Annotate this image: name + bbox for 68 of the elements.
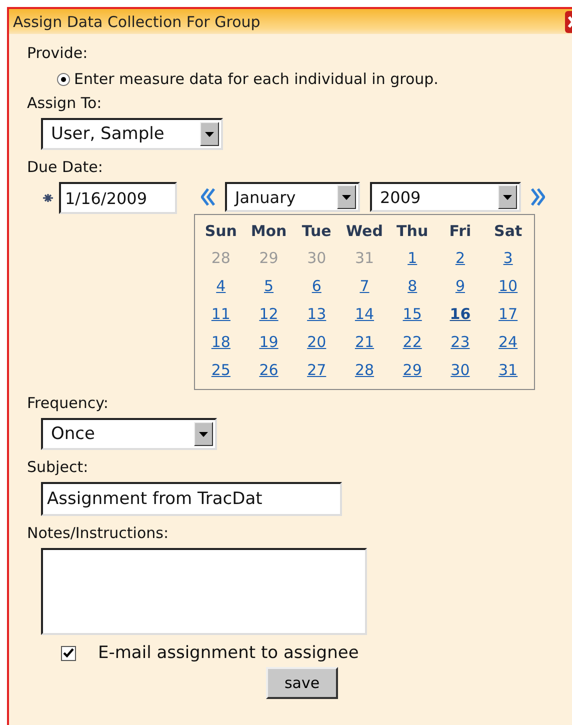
field-label: Due Date: [27, 157, 104, 178]
checkbox[interactable] [61, 646, 76, 660]
day-link[interactable]: 30 [450, 361, 470, 379]
date-field[interactable]: 1/16/2009 [59, 182, 177, 214]
day-link[interactable]: 22 [402, 333, 422, 351]
day-link[interactable]: 16 [450, 305, 471, 323]
month-dropdown[interactable]: January [225, 182, 360, 212]
day-link[interactable]: 18 [211, 333, 230, 351]
day-link[interactable]: 28 [354, 361, 374, 379]
caret-icon [342, 194, 351, 200]
caret-icon [199, 432, 208, 436]
day-link[interactable]: 13 [307, 305, 326, 323]
day-link[interactable]: 2 [455, 249, 465, 267]
option-label: Enter measure data for each individual in group. [74, 70, 438, 88]
weekday-header: Wed [345, 221, 384, 242]
day-link[interactable]: 8 [408, 277, 418, 295]
day-link[interactable]: 3 [503, 249, 513, 267]
day-link[interactable]: 14 [354, 305, 374, 323]
subject-field[interactable]: Assignment from TracDat [41, 482, 342, 516]
field-label: Subject: [27, 457, 90, 478]
weekday-header: Tue [300, 221, 332, 242]
day-link[interactable]: 20 [307, 333, 326, 351]
day-link[interactable]: 9 [455, 277, 465, 295]
day-link[interactable]: 24 [498, 333, 518, 351]
weekday-header: Sun [204, 221, 238, 242]
day-link[interactable]: 15 [402, 305, 422, 323]
field-label: Notes/Instructions: [27, 523, 170, 544]
previous-month-icon[interactable] [201, 188, 215, 206]
day-link[interactable]: 12 [259, 305, 278, 323]
calendar-day: 31 [354, 249, 374, 267]
day-link[interactable]: 1 [408, 249, 418, 267]
day-link[interactable]: 29 [402, 361, 422, 379]
radio-button[interactable] [57, 72, 70, 86]
required-icon [43, 194, 53, 202]
window-title: Assign Data Collection For Group [12, 12, 260, 30]
day-link[interactable]: 4 [216, 277, 226, 295]
weekday-header: Mon [250, 221, 288, 242]
weekday-header: Thu [396, 221, 430, 242]
notes-field[interactable] [41, 548, 367, 635]
day-link[interactable]: 26 [259, 361, 278, 379]
day-link[interactable]: 25 [211, 361, 230, 379]
day-link[interactable]: 27 [307, 361, 326, 379]
field-label: Frequency: [27, 393, 110, 414]
weekday-header: Sat [493, 221, 524, 242]
next-month-icon[interactable] [531, 188, 545, 206]
day-link[interactable]: 19 [259, 333, 278, 351]
frequency-dropdown[interactable]: Once [41, 418, 217, 450]
caret-icon [205, 132, 214, 136]
checkbox-label: E-mail assignment to assignee [98, 643, 359, 663]
field-label: Assign To: [27, 93, 103, 114]
weekday-header: Fri [448, 221, 472, 242]
save-button[interactable]: save [266, 667, 338, 699]
day-link[interactable]: 10 [498, 277, 518, 295]
day-link[interactable]: 7 [360, 277, 370, 295]
day-link[interactable]: 17 [498, 305, 518, 323]
caret-icon [503, 194, 512, 200]
calendar-day: 30 [307, 249, 326, 267]
day-link[interactable]: 23 [450, 333, 470, 351]
day-link[interactable]: 21 [354, 333, 374, 351]
day-link[interactable]: 5 [264, 277, 274, 295]
day-link[interactable]: 11 [211, 305, 230, 323]
field-label: Provide: [27, 43, 89, 64]
day-link[interactable]: 31 [498, 361, 518, 379]
day-link[interactable]: 6 [312, 277, 322, 295]
assign-to-dropdown[interactable]: User, Sample [41, 118, 223, 150]
calendar-day: 28 [211, 249, 230, 267]
year-dropdown[interactable]: 2009 [370, 182, 521, 212]
calendar-day: 29 [259, 249, 278, 267]
